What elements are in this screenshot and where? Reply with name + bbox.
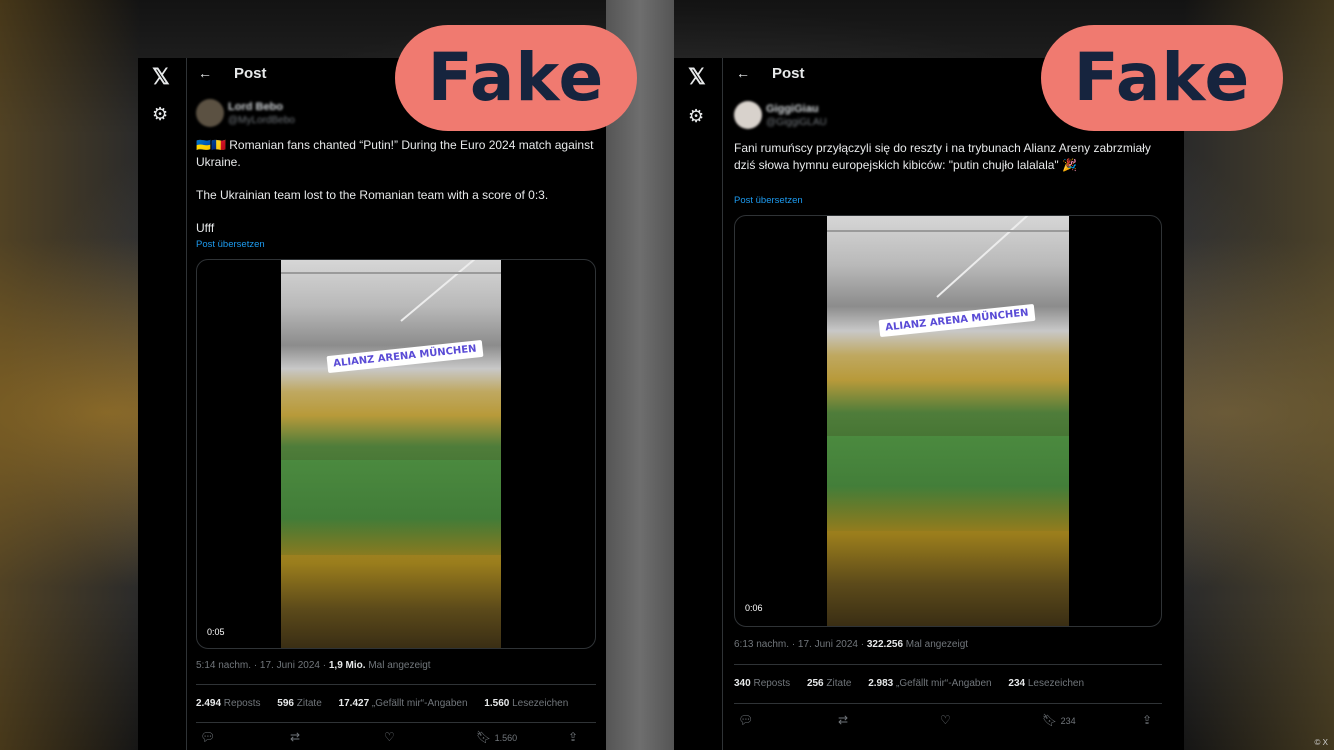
left-engagement-stats: 2.494 Reposts 596 Zitate 17.427 „Gefällt… <box>196 684 596 723</box>
location-sticker: ALIANZ ARENA MÜNCHEN <box>326 339 484 374</box>
right-text-line-1: Fani rumuńscy przyłączyli się do reszty … <box>734 141 1151 172</box>
roof-edge <box>281 272 501 274</box>
x-logo-icon[interactable]: 𝕏 <box>688 64 706 90</box>
right-quotes-stat[interactable]: 256 Zitate <box>807 678 851 689</box>
left-post-content: ← Post Lord Bebo @MyLordBebo 🇺🇦🇷🇴 Romani… <box>186 58 606 750</box>
left-post-meta: 5:14 nachm. · 17. Juni 2024 · 1,9 Mio. M… <box>196 660 431 671</box>
background-left-blur <box>0 0 140 750</box>
left-text-line-2: The Ukrainian team lost to the Romanian … <box>196 188 549 202</box>
right-header-title: Post <box>772 65 805 82</box>
right-translate-link[interactable]: Post übersetzen <box>734 195 803 206</box>
left-reposts-stat[interactable]: 2.494 Reposts <box>196 698 261 709</box>
right-post-meta: 6:13 nachm. · 17. Juni 2024 · 322.256 Ma… <box>734 639 968 650</box>
right-video[interactable]: ALIANZ ARENA MÜNCHEN 0:06 <box>734 215 1162 627</box>
left-post-screenshot: 𝕏 ⚙ ← Post Lord Bebo @MyLordBebo 🇺🇦🇷🇴 Ro… <box>138 58 606 750</box>
right-author-name[interactable]: GiggiGiau <box>766 103 819 115</box>
roof-beam <box>400 260 501 322</box>
left-quotes-stat[interactable]: 596 Zitate <box>277 698 321 709</box>
left-video-frame[interactable]: ALIANZ ARENA MÜNCHEN <box>281 260 501 648</box>
right-post-time[interactable]: 6:13 nachm. · 17. Juni 2024 · <box>734 639 867 650</box>
bookmark-icon[interactable]: 🔖︎ 1.560 <box>476 730 517 744</box>
left-text-line-1: Romanian fans chanted “Putin!” During th… <box>196 138 594 169</box>
right-action-bar: 💬︎ ⇄ ♡ 🔖︎ 234 ⇪ <box>734 713 1162 729</box>
bookmark-icon[interactable]: 🔖︎ 234 <box>1042 713 1076 727</box>
gear-icon[interactable]: ⚙ <box>688 106 704 127</box>
left-bookmark-count: 1.560 <box>494 733 518 743</box>
roof-edge <box>827 230 1069 232</box>
like-icon[interactable]: ♡ <box>940 713 951 727</box>
right-video-duration: 0:06 <box>745 603 763 613</box>
like-icon[interactable]: ♡ <box>384 730 395 744</box>
right-post-text: Fani rumuńscy przyłączyli się do reszty … <box>734 140 1162 174</box>
right-post-screenshot: 𝕏 ⚙ ← Post GiggiGiau @GiggiGLAU Fani rum… <box>674 58 1184 750</box>
crowd <box>827 486 1069 626</box>
right-view-count: 322.256 <box>866 639 904 650</box>
left-post-time[interactable]: 5:14 nachm. · 17. Juni 2024 · <box>196 660 329 671</box>
avatar[interactable] <box>196 99 224 127</box>
left-bookmarks-stat[interactable]: 1.560 Lesezeichen <box>484 698 568 709</box>
left-video-duration: 0:05 <box>207 627 225 637</box>
left-author-handle[interactable]: @MyLordBebo <box>228 115 295 126</box>
left-header-title: Post <box>234 65 267 82</box>
left-view-count: 1,9 Mio. <box>328 660 366 671</box>
left-post-text: 🇺🇦🇷🇴 Romanian fans chanted “Putin!” Duri… <box>196 137 596 237</box>
right-video-frame[interactable]: ALIANZ ARENA MÜNCHEN <box>827 216 1069 626</box>
flag-icons: 🇺🇦🇷🇴 <box>196 138 226 152</box>
left-video[interactable]: ALIANZ ARENA MÜNCHEN 0:05 <box>196 259 596 649</box>
right-reposts-stat[interactable]: 340 Reposts <box>734 678 790 689</box>
right-views-label: Mal angezeigt <box>903 639 969 650</box>
x-logo-icon[interactable]: 𝕏 <box>152 64 170 90</box>
left-author-name[interactable]: Lord Bebo <box>228 101 283 113</box>
left-translate-link[interactable]: Post übersetzen <box>196 239 265 250</box>
left-action-bar: 💬︎ ⇄ ♡ 🔖︎ 1.560 ⇪ <box>196 730 596 746</box>
share-icon[interactable]: ⇪ <box>1142 713 1152 727</box>
arrow-left-icon[interactable]: ← <box>198 65 212 81</box>
arrow-left-icon[interactable]: ← <box>736 65 750 81</box>
image-credit: © X <box>1314 738 1328 747</box>
fake-label-badge-right: Fake <box>1041 25 1283 131</box>
left-sidebar-rail: 𝕏 ⚙ <box>138 58 187 750</box>
right-sidebar-rail: 𝕏 ⚙ <box>674 58 723 750</box>
reply-icon[interactable]: 💬︎ <box>200 730 215 744</box>
repost-icon[interactable]: ⇄ <box>838 713 848 727</box>
right-author-handle[interactable]: @GiggiGLAU <box>766 117 827 128</box>
avatar[interactable] <box>734 101 762 129</box>
share-icon[interactable]: ⇪ <box>568 730 578 744</box>
roof-beam <box>936 216 1057 298</box>
right-likes-stat[interactable]: 2.983 „Gefällt mir“-Angaben <box>868 678 991 689</box>
repost-icon[interactable]: ⇄ <box>290 730 300 744</box>
fake-label-badge-left: Fake <box>395 25 637 131</box>
left-views-label: Mal angezeigt <box>365 660 431 671</box>
right-bookmarks-stat[interactable]: 234 Lesezeichen <box>1008 678 1084 689</box>
left-likes-stat[interactable]: 17.427 „Gefällt mir“-Angaben <box>339 698 468 709</box>
location-sticker: ALIANZ ARENA MÜNCHEN <box>878 303 1036 338</box>
reply-icon[interactable]: 💬︎ <box>738 713 753 727</box>
right-post-content: ← Post GiggiGiau @GiggiGLAU Fani rumuńsc… <box>724 58 1172 750</box>
right-engagement-stats: 340 Reposts 256 Zitate 2.983 „Gefällt mi… <box>734 664 1162 704</box>
gear-icon[interactable]: ⚙ <box>152 104 168 125</box>
right-bookmark-count: 234 <box>1060 716 1076 726</box>
left-text-line-3: Ufff <box>196 221 215 235</box>
crowd <box>281 518 501 648</box>
